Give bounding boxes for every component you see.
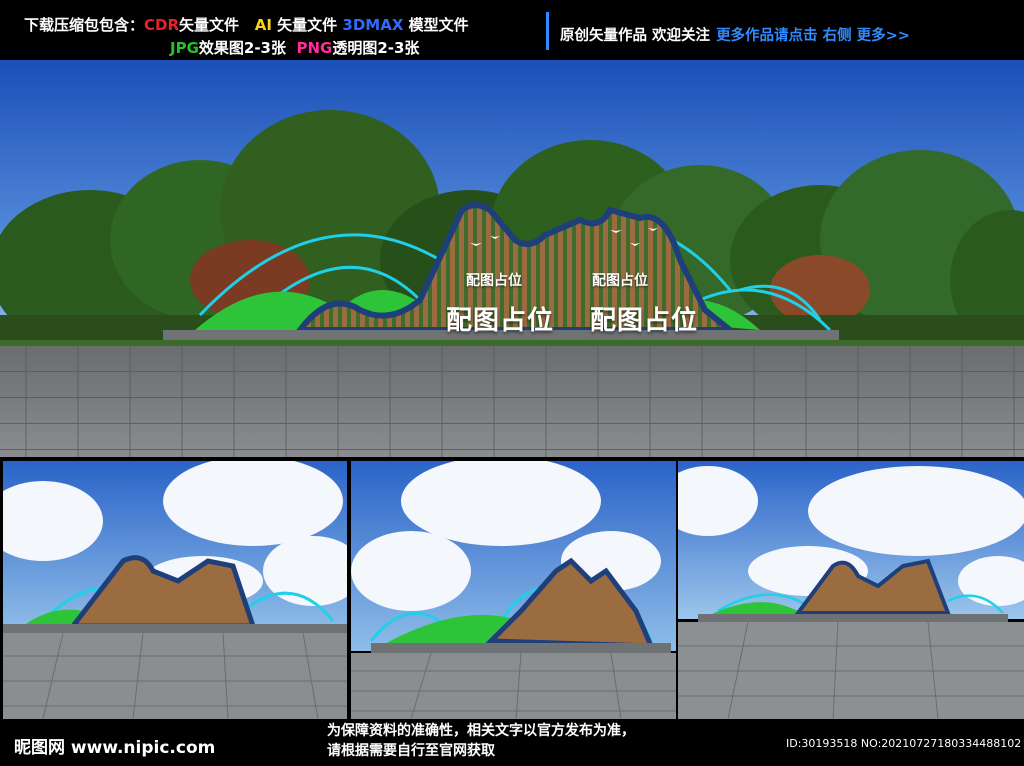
- 3dmax-tag: 3DMAX: [342, 16, 404, 34]
- ai-desc: 矢量文件: [277, 16, 338, 34]
- site-logo[interactable]: 昵图网 www.nipic.com: [14, 733, 215, 758]
- sign-small-text-right: 配图占位: [592, 273, 648, 289]
- original-works-text: 原创矢量作品 欢迎关注: [560, 28, 711, 44]
- image-id: ID:30193518 NO:20210727180334488102: [786, 737, 1022, 750]
- wide-angle-illustration: [678, 461, 1024, 719]
- accuracy-notice: 为保障资料的准确性，相关文字以官方发布为准， 请根据需要自行至官网获取: [327, 721, 635, 761]
- package-contents-line1: 下载压缩包包含：CDR矢量文件 AI 矢量文件 3DMAX 模型文件: [24, 14, 469, 35]
- package-label: 下载压缩包包含：: [24, 16, 145, 34]
- notice-line-2: 请根据需要自行至官网获取: [327, 743, 495, 759]
- banner-divider: [546, 12, 549, 50]
- main-rendering: 配图占位 配图占位 配图占位 配图占位: [0, 60, 1024, 457]
- info-banner: 下载压缩包包含：CDR矢量文件 AI 矢量文件 3DMAX 模型文件 JPG效果…: [0, 0, 1024, 60]
- cdr-desc: 矢量文件: [179, 16, 240, 34]
- png-desc: 透明图2-3张: [332, 39, 420, 57]
- right-angle-illustration: [351, 461, 676, 719]
- left-angle-illustration: [3, 461, 347, 719]
- main-scene-illustration: [0, 60, 1024, 457]
- footer-bar: 昵图网 www.nipic.com 为保障资料的准确性，相关文字以官方发布为准，…: [0, 719, 1024, 766]
- png-tag: PNG: [296, 39, 333, 57]
- sign-small-text-left: 配图占位: [466, 273, 522, 289]
- composite-image: 下载压缩包包含：CDR矢量文件 AI 矢量文件 3DMAX 模型文件 JPG效果…: [0, 0, 1024, 766]
- jpg-tag: JPG: [170, 39, 199, 57]
- sign-big-text-right: 配图占位: [590, 306, 699, 336]
- ai-tag: AI: [254, 16, 272, 34]
- jpg-desc: 效果图2-3张: [198, 39, 286, 57]
- view-left-angle: [3, 461, 347, 719]
- cdr-tag: CDR: [144, 16, 180, 34]
- 3dmax-desc: 模型文件: [408, 16, 469, 34]
- sign-big-text-left: 配图占位: [446, 306, 555, 336]
- view-wide-angle: [678, 461, 1024, 719]
- more-works-link[interactable]: 更多作品请点击 右侧 更多>>: [716, 28, 910, 44]
- banner-right: 原创矢量作品 欢迎关注 更多作品请点击 右侧 更多>>: [560, 24, 910, 45]
- view-right-angle: [351, 461, 676, 719]
- package-contents-line2: JPG效果图2-3张 PNG透明图2-3张: [170, 37, 419, 58]
- notice-line-1: 为保障资料的准确性，相关文字以官方发布为准，: [327, 723, 635, 739]
